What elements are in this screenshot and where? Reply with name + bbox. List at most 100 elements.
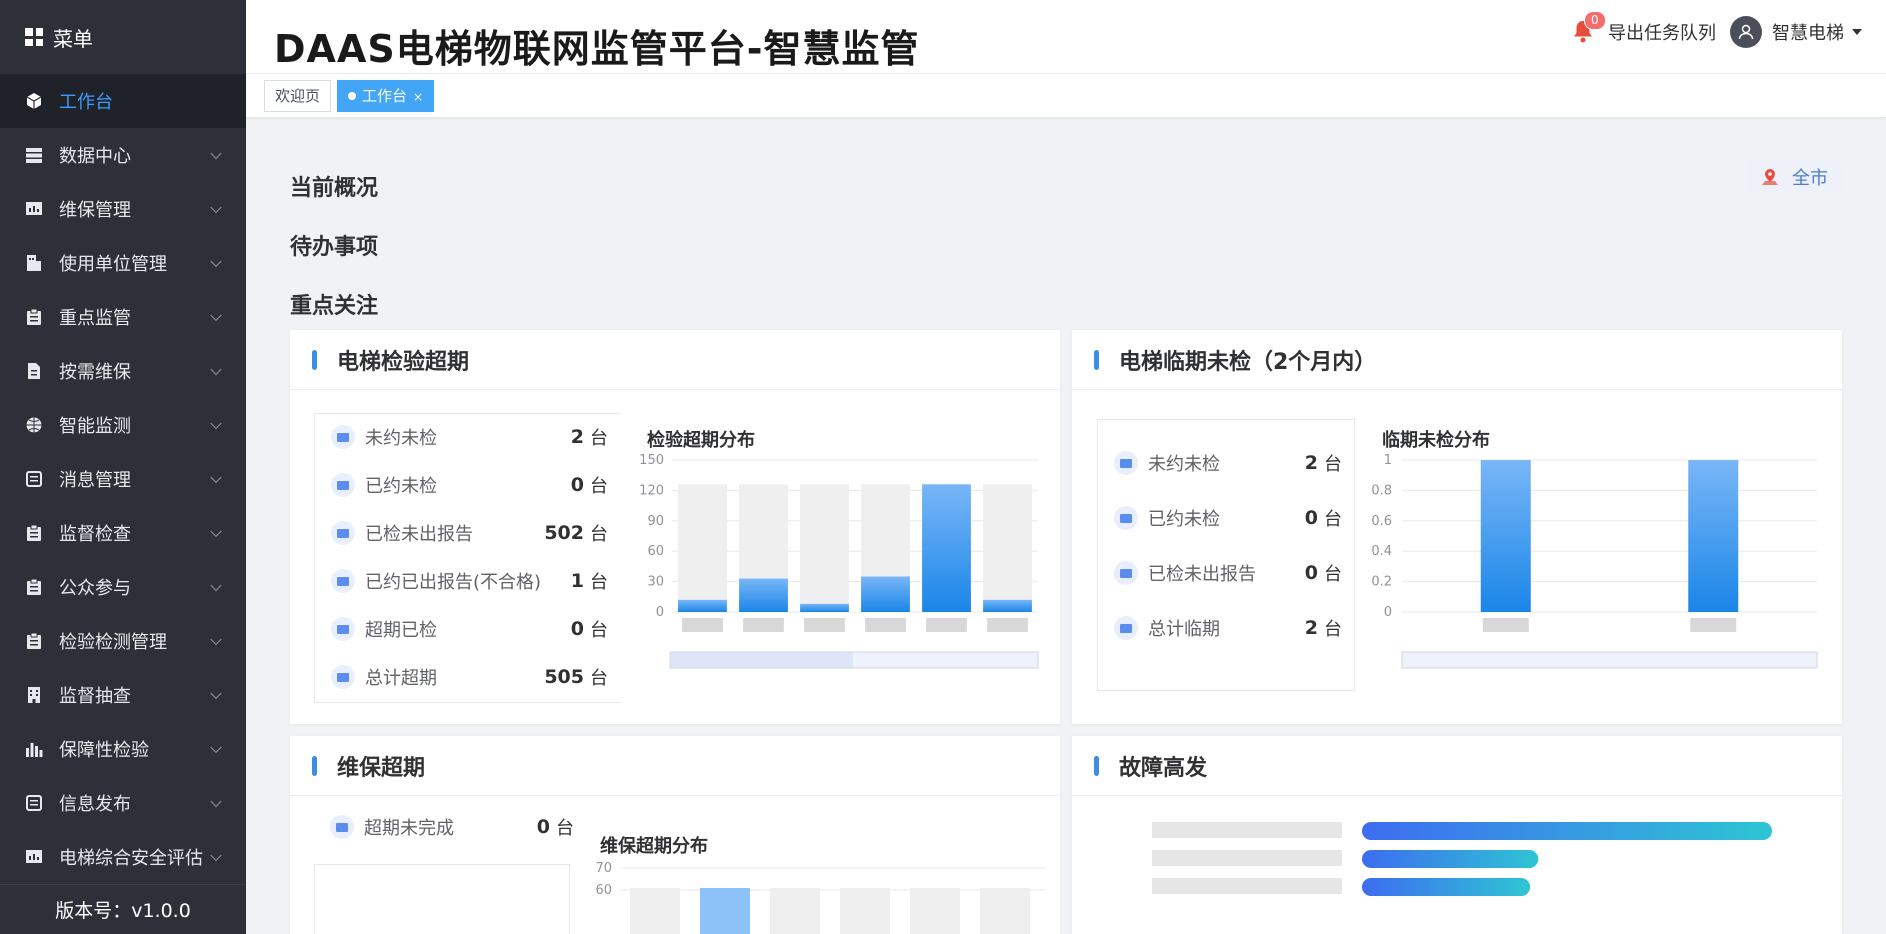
bar	[739, 578, 788, 612]
y-category-label-masked	[1152, 822, 1342, 838]
stat-label: 已约已出报告(不合格)	[365, 572, 542, 593]
y-tick-label: 1	[1384, 453, 1392, 468]
sidebar-item-label: 电梯综合安全评估	[59, 848, 203, 869]
sidebar-item-label: 重点监管	[59, 308, 131, 329]
bar	[980, 888, 1030, 934]
stat-chart-icon	[331, 665, 355, 689]
y-tick-label: 150	[639, 453, 664, 468]
sidebar-item-8[interactable]: 监督检查	[0, 506, 246, 560]
chevron-down-icon	[210, 309, 222, 322]
stat-label: 已约未检	[1148, 509, 1220, 530]
sidebar-item-label: 按需维保	[59, 362, 131, 383]
main-content: 当前概况 待办事项 重点关注 全市 电梯检验超期 未约未检 2 台已约未检 0 台已检未…	[246, 118, 1886, 934]
stat-row[interactable]: 已检未出报告 502 台	[331, 518, 608, 548]
notification-bell-icon[interactable]: 0	[1572, 11, 1606, 45]
stat-chart-icon	[331, 569, 355, 593]
user-icon	[1738, 24, 1754, 40]
overview-title[interactable]: 当前概况	[290, 170, 378, 202]
stat-row[interactable]: 总计临期 2 台	[1114, 613, 1342, 643]
stat-unit: 台	[1324, 509, 1342, 530]
card-title: 故障高发	[1119, 755, 1208, 781]
menu-header-label: 菜单	[53, 26, 93, 51]
stat-label: 总计超期	[365, 668, 437, 689]
stat-row[interactable]: 总计超期 505 台	[331, 662, 608, 692]
user-dropdown-caret-icon[interactable]	[1852, 29, 1862, 35]
sidebar-item-13[interactable]: 信息发布	[0, 776, 246, 830]
maintenance-distribution-chart: 7060	[595, 861, 1045, 934]
stat-row[interactable]: 已约未检 0 台	[1114, 503, 1342, 533]
stat-unit: 台	[1324, 564, 1342, 585]
sidebar-item-14[interactable]: 电梯综合安全评估	[0, 830, 246, 884]
clipboard-icon	[25, 308, 43, 326]
chevron-down-icon	[210, 417, 222, 430]
stat-unit: 台	[556, 818, 574, 839]
bar	[1688, 460, 1739, 612]
stat-label: 超期已检	[365, 620, 437, 641]
export-queue-link[interactable]: 导出任务队列	[1608, 19, 1716, 45]
avatar[interactable]	[1730, 16, 1762, 48]
chevron-down-icon	[210, 525, 222, 538]
todo-title[interactable]: 待办事项	[290, 229, 378, 261]
tab-welcome[interactable]: 欢迎页	[264, 80, 332, 112]
x-tick-label-masked	[1690, 618, 1737, 632]
sidebar-item-label: 公众参与	[59, 578, 131, 599]
top-header: DAAS电梯物联网监管平台-智慧监管 0 导出任务队列 智慧电梯	[246, 0, 1886, 74]
stat-label: 已检未出报告	[1148, 564, 1256, 585]
chart-title: 临期未检分布	[1382, 430, 1490, 451]
stat-unit: 台	[590, 428, 608, 449]
card-accent-bar	[312, 755, 317, 776]
stat-unit: 台	[590, 668, 608, 689]
stat-value: 0	[1304, 507, 1318, 529]
bar	[910, 888, 960, 934]
stat-value: 2	[1304, 617, 1318, 639]
sidebar-item-label: 消息管理	[59, 470, 131, 491]
sidebar-item-5[interactable]: 按需维保	[0, 344, 246, 398]
stat-unit: 台	[590, 572, 608, 593]
sidebar-item-label: 使用单位管理	[59, 254, 167, 275]
y-tick-label: 0.2	[1371, 575, 1392, 590]
menu-toggle[interactable]: 菜单	[0, 0, 246, 74]
y-tick-label: 60	[647, 544, 664, 559]
sidebar-item-10[interactable]: 检验检测管理	[0, 614, 246, 668]
sidebar-item-4[interactable]: 重点监管	[0, 290, 246, 344]
focus-title[interactable]: 重点关注	[290, 288, 378, 320]
stat-row[interactable]: 已约已出报告(不合格) 1 台	[331, 566, 608, 596]
overdue-maintenance-card: 维保超期 超期未完成 0 台 维保超期分布 70 60	[290, 736, 1060, 934]
stat-label: 总计临期	[1148, 619, 1220, 640]
chart-board-icon	[25, 848, 43, 866]
sidebar-item-1[interactable]: 数据中心	[0, 128, 246, 182]
sidebar-item-label: 数据中心	[59, 146, 131, 167]
tab-workbench[interactable]: 工作台 ×	[337, 80, 435, 112]
stat-row[interactable]: 未约未检 2 台	[331, 422, 608, 452]
overdue-inspection-card: 电梯检验超期 未约未检 2 台已约未检 0 台已检未出报告 502 台已约已出报告(不合格)…	[290, 330, 1060, 724]
sidebar-item-label: 维保管理	[59, 200, 131, 221]
datazoom-handle	[670, 652, 853, 668]
sidebar-item-3[interactable]: 使用单位管理	[0, 236, 246, 290]
clipboard-icon	[25, 524, 43, 542]
overdue-distribution-chart: 0 30 60 90 120 150	[639, 453, 1039, 669]
sidebar-item-12[interactable]: 保障性检验	[0, 722, 246, 776]
sidebar: 菜单 工作台数据中心维保管理使用单位管理 重点监管按需维保智能监测消息管理监督检查…	[0, 0, 246, 934]
username[interactable]: 智慧电梯	[1772, 19, 1844, 45]
sidebar-item-9[interactable]: 公众参与	[0, 560, 246, 614]
stat-chart-icon	[1114, 561, 1138, 585]
stat-row[interactable]: 超期未完成 0 台	[330, 812, 574, 842]
sidebar-item-0[interactable]: 工作台	[0, 74, 246, 128]
sidebar-item-11[interactable]: 监督抽查	[0, 668, 246, 722]
bar	[770, 888, 820, 934]
sidebar-item-6[interactable]: 智能监测	[0, 398, 246, 452]
tab-close-icon[interactable]: ×	[413, 90, 423, 104]
stat-row[interactable]: 未约未检 2 台	[1114, 448, 1342, 478]
chevron-down-icon	[210, 579, 222, 592]
bar	[1362, 850, 1539, 868]
stat-row[interactable]: 已约未检 0 台	[331, 470, 608, 500]
building-icon	[25, 254, 43, 272]
stat-row[interactable]: 已检未出报告 0 台	[1114, 558, 1342, 588]
sidebar-item-2[interactable]: 维保管理	[0, 182, 246, 236]
chevron-down-icon	[210, 147, 222, 160]
stat-value: 0	[570, 618, 584, 640]
sidebar-item-7[interactable]: 消息管理	[0, 452, 246, 506]
sidebar-item-label: 信息发布	[59, 794, 131, 815]
stat-row[interactable]: 超期已检 0 台	[331, 614, 608, 644]
region-select-button[interactable]: 全市	[1746, 160, 1842, 194]
